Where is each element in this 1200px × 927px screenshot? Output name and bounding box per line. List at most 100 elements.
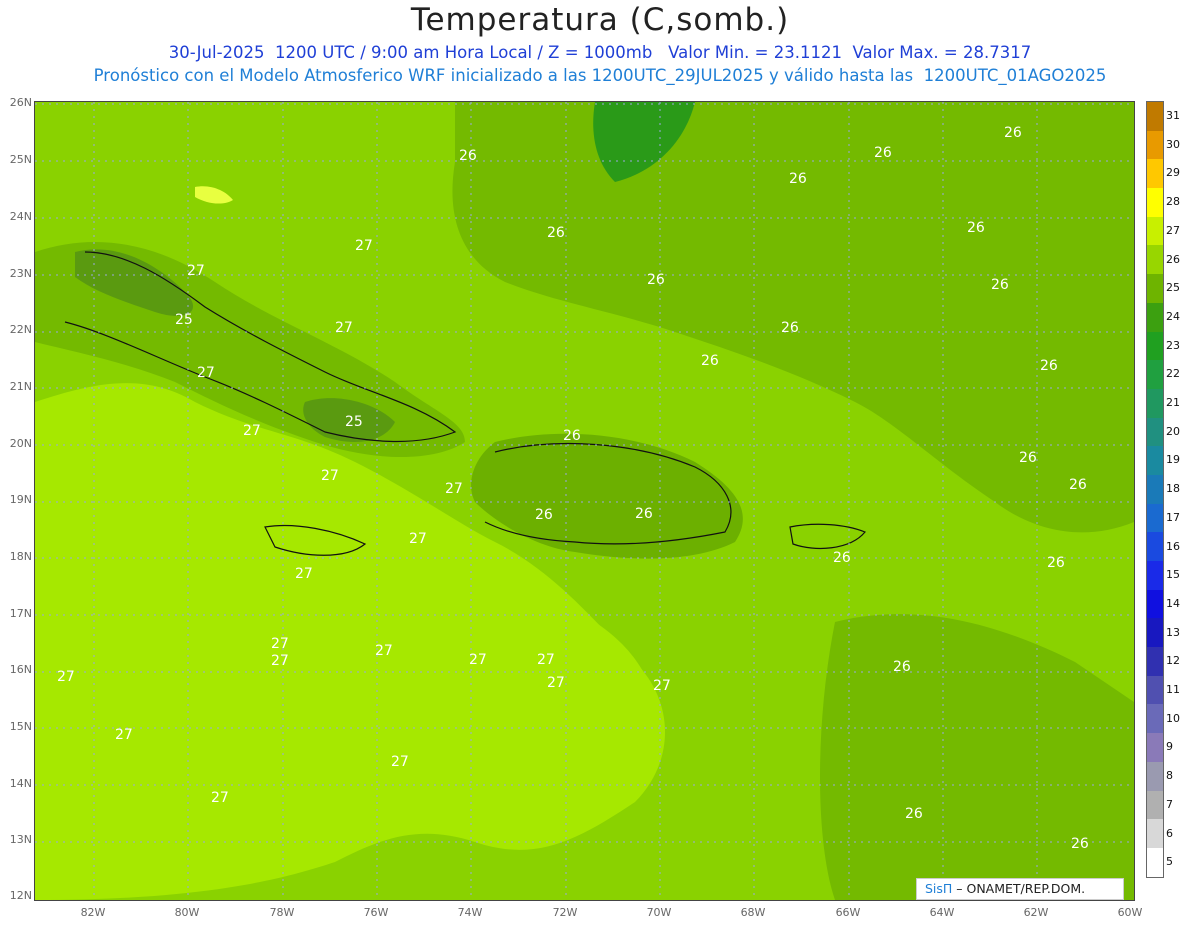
contour-label: 27: [321, 468, 339, 484]
contour-label: 27: [271, 653, 289, 669]
colorbar-cell: [1147, 503, 1163, 533]
contour-label: 26: [635, 506, 653, 522]
credit-text: – ONAMET/REP.DOM.: [956, 881, 1086, 896]
contour-label: 27: [469, 652, 487, 668]
colorbar-cell: [1147, 733, 1163, 762]
lat-label: 25N: [9, 153, 32, 166]
colorbar-cell: [1147, 274, 1163, 303]
colorbar-cell: [1147, 245, 1163, 275]
colorbar-label: 28: [1166, 195, 1180, 209]
contour-label: 27: [537, 652, 555, 668]
colorbar-cell: [1147, 561, 1163, 590]
lat-label: 13N: [9, 833, 32, 846]
colorbar-label: 16: [1166, 539, 1180, 553]
colorbar-cell: [1147, 761, 1163, 791]
colorbar-label: 27: [1166, 223, 1180, 237]
credit-brand: SisΠ: [924, 881, 953, 896]
colorbar-cell: [1147, 188, 1163, 217]
contour-label: 27: [211, 790, 229, 806]
colorbar-cell: [1147, 417, 1163, 447]
colorbar-label: 22: [1166, 367, 1180, 381]
contour-label: 26: [789, 171, 807, 187]
colorbar-cell: [1147, 216, 1163, 246]
subtitle-model-info: Pronóstico con el Modelo Atmosferico WRF…: [93, 66, 1107, 85]
contour-label: 26: [535, 507, 553, 523]
colorbar-cell: [1147, 675, 1163, 705]
contour-label: 26: [563, 428, 581, 444]
contour-label: 27: [445, 481, 463, 497]
lon-label: 62W: [1023, 906, 1049, 919]
colorbar-label: 29: [1166, 166, 1180, 180]
contour-label: 26: [781, 320, 799, 336]
contour-label: 26: [1069, 477, 1087, 493]
colorbar-label: 14: [1166, 596, 1180, 610]
contour-label: 27: [295, 566, 313, 582]
contour-label: 26: [905, 806, 923, 822]
contour-label: 26: [1071, 836, 1089, 852]
lon-label: 78W: [269, 906, 295, 919]
contour-label: 26: [701, 353, 719, 369]
colorbar-cell: [1147, 474, 1163, 504]
colorbar-cell: [1147, 647, 1163, 676]
contour-label: 26: [1040, 358, 1058, 374]
colorbar-label: 9: [1166, 740, 1173, 754]
contour-label: 27: [409, 531, 427, 547]
contour-label: 26: [1004, 125, 1022, 141]
contour-label: 27: [243, 423, 261, 439]
contour-label: 27: [187, 263, 205, 279]
contour-label: 27: [115, 727, 133, 743]
colorbar-cell: [1147, 704, 1163, 734]
lon-label: 82W: [80, 906, 106, 919]
colorbar-cell: [1147, 388, 1163, 418]
colorbar-label: 8: [1166, 769, 1173, 783]
contour-label: 25: [175, 312, 193, 328]
lat-label: 19N: [9, 493, 32, 506]
colorbar-cell: [1147, 331, 1163, 361]
contour-label: 27: [375, 643, 393, 659]
colorbar-label: 19: [1166, 453, 1180, 467]
lon-label: 72W: [552, 906, 578, 919]
colorbar-label: 31: [1166, 109, 1180, 122]
lat-label: 15N: [9, 720, 32, 733]
contour-label: 26: [647, 272, 665, 288]
contour-label: 26: [893, 659, 911, 675]
lon-label: 60W: [1117, 906, 1143, 919]
colorbar-cell: [1147, 360, 1163, 389]
colorbar-cell: [1147, 618, 1163, 648]
contour-label: 26: [1019, 450, 1037, 466]
colorbar-label: 18: [1166, 482, 1180, 496]
lat-label: 22N: [9, 323, 32, 336]
colorbar-label: 21: [1166, 396, 1180, 409]
contour-label: 27: [271, 636, 289, 652]
contour-label: 27: [57, 669, 75, 685]
lat-label: 17N: [9, 607, 32, 620]
colorbar-label: 30: [1166, 137, 1180, 151]
contour-label: 27: [355, 238, 373, 254]
colorbar-label: 10: [1166, 711, 1180, 725]
lat-label: 21N: [9, 380, 32, 393]
contour-label: 25: [345, 414, 363, 430]
contour-label: 27: [653, 678, 671, 694]
lat-label: 16N: [9, 663, 32, 676]
colorbar-label: 26: [1166, 252, 1180, 266]
contour-label: 26: [967, 220, 985, 236]
lon-label: 74W: [457, 906, 483, 919]
colorbar-label: 15: [1166, 568, 1180, 582]
colorbar-label: 17: [1166, 510, 1180, 524]
colorbar-label: 12: [1166, 654, 1180, 668]
colorbar-label: 13: [1166, 625, 1180, 639]
lat-label: 23N: [9, 267, 32, 280]
chart-title: Temperatura (C,somb.): [410, 2, 790, 38]
colorbar-cell: [1147, 302, 1163, 332]
lat-label: 18N: [9, 550, 32, 563]
colorbar-label: 20: [1166, 424, 1180, 438]
lat-label: 12N: [9, 889, 32, 902]
colorbar-label: 23: [1166, 338, 1180, 352]
contour-label: 26: [547, 225, 565, 241]
map-svg: 26 26 26 26 26 26 26 26 26 26 26 26 26 2…: [35, 102, 1134, 900]
colorbar-cell: [1147, 847, 1163, 877]
contour-label: 26: [1047, 555, 1065, 571]
contour-label: 27: [547, 675, 565, 691]
colorbar-cell: [1147, 819, 1163, 848]
subtitle-validity: 30-Jul-2025 1200 UTC / 9:00 am Hora Loca…: [168, 43, 1032, 62]
